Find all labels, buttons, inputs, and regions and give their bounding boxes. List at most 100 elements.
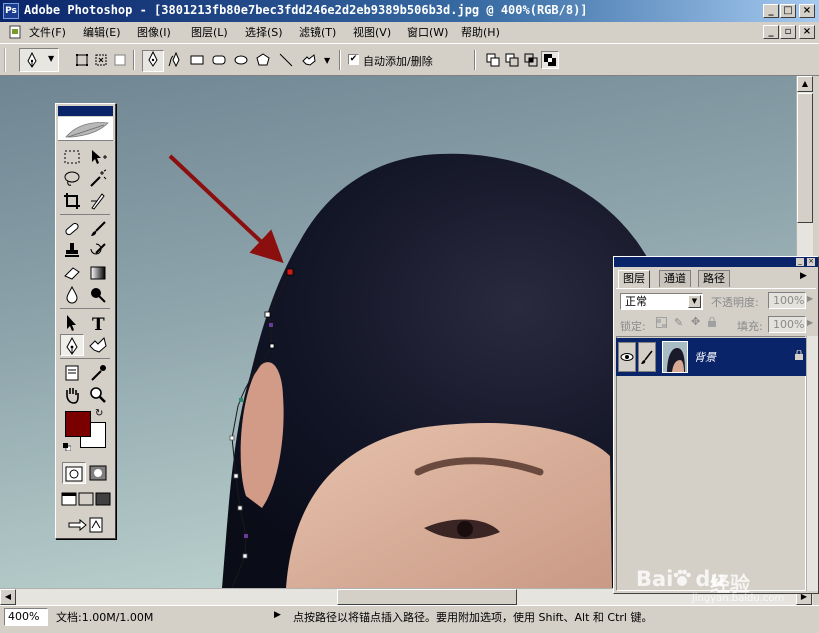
- vertical-scroll-thumb[interactable]: [797, 93, 813, 223]
- blur-tool[interactable]: [60, 284, 84, 306]
- menu-file[interactable]: 文件(F): [29, 24, 66, 40]
- layers-scrollbar[interactable]: [806, 336, 818, 591]
- menu-help[interactable]: 帮助(H): [461, 24, 500, 40]
- gradient-tool[interactable]: [86, 262, 110, 284]
- doc-close-button[interactable]: ×: [799, 25, 815, 39]
- line-option[interactable]: [277, 51, 295, 69]
- tool-preset-picker[interactable]: ▼: [19, 48, 59, 72]
- zoom-level-field[interactable]: 400%: [4, 608, 48, 626]
- anchor-point[interactable]: [239, 398, 243, 402]
- zoom-tool[interactable]: [86, 384, 110, 406]
- history-brush-tool[interactable]: [86, 240, 110, 262]
- maximize-button[interactable]: □: [780, 4, 796, 18]
- layer-visibility-toggle[interactable]: [618, 342, 636, 372]
- foreground-color-swatch[interactable]: [65, 411, 91, 437]
- toolbox-title-bar[interactable]: [58, 106, 113, 116]
- menu-select[interactable]: 选择(S): [245, 24, 283, 40]
- exclude-overlapping-areas-button[interactable]: [541, 51, 559, 69]
- menu-layer[interactable]: 图层(L): [191, 24, 228, 40]
- document-icon[interactable]: [8, 25, 22, 39]
- scroll-left-button[interactable]: ◀: [0, 589, 16, 605]
- palette-minimize-button[interactable]: _: [796, 258, 804, 266]
- menu-image[interactable]: 图像(I): [137, 24, 171, 40]
- lock-all-icon[interactable]: [707, 316, 717, 327]
- rounded-rectangle-option[interactable]: [210, 51, 228, 69]
- lock-position-icon[interactable]: ✥: [691, 315, 700, 328]
- notes-tool[interactable]: [60, 362, 84, 384]
- pen-tool[interactable]: [60, 334, 84, 356]
- rectangle-option[interactable]: [188, 51, 206, 69]
- custom-shape-tool[interactable]: [86, 334, 110, 356]
- anchor-point[interactable]: [269, 323, 273, 327]
- dodge-tool[interactable]: [86, 284, 110, 306]
- quick-mask-button[interactable]: [86, 462, 110, 484]
- subtract-shape-area-button[interactable]: [503, 51, 521, 69]
- default-colors-icon[interactable]: [63, 441, 72, 452]
- shape-layers-button[interactable]: [73, 51, 91, 69]
- menu-edit[interactable]: 编辑(E): [83, 24, 121, 40]
- polygon-option[interactable]: [254, 51, 272, 69]
- anchor-point[interactable]: [242, 553, 248, 559]
- anchor-point[interactable]: [269, 343, 275, 349]
- anchor-point[interactable]: [233, 473, 239, 479]
- move-tool[interactable]: [86, 146, 110, 168]
- brush-tool[interactable]: [86, 218, 110, 240]
- auto-add-delete-checkbox[interactable]: ✔: [348, 54, 359, 65]
- tab-layers[interactable]: 图层: [618, 270, 650, 288]
- fill-slider-arrow-icon[interactable]: ▶: [807, 318, 813, 327]
- doc-minimize-button[interactable]: _: [763, 25, 779, 39]
- healing-brush-tool[interactable]: [60, 218, 84, 240]
- crop-tool[interactable]: [60, 190, 84, 212]
- minimize-button[interactable]: _: [763, 4, 779, 18]
- standard-mode-button[interactable]: [62, 462, 86, 484]
- path-selection-tool[interactable]: [60, 312, 84, 334]
- doc-restore-button[interactable]: ▫: [780, 25, 796, 39]
- palette-menu-arrow-icon[interactable]: ▶: [800, 271, 807, 281]
- photoshop-app-icon[interactable]: Ps: [3, 3, 19, 19]
- lasso-tool[interactable]: [60, 168, 84, 190]
- anchor-point[interactable]: [264, 311, 271, 318]
- intersect-shape-areas-button[interactable]: [522, 51, 540, 69]
- clone-stamp-tool[interactable]: [60, 240, 84, 262]
- anchor-point-active[interactable]: [286, 268, 294, 276]
- tab-paths[interactable]: 路径: [698, 270, 730, 287]
- palette-close-button[interactable]: ×: [807, 258, 815, 266]
- layer-thumbnail[interactable]: [662, 341, 688, 373]
- fill-pixels-button[interactable]: [111, 51, 129, 69]
- freeform-pen-option[interactable]: [166, 51, 184, 69]
- type-tool[interactable]: T: [86, 312, 110, 334]
- scroll-up-button[interactable]: ▲: [797, 76, 813, 92]
- blend-mode-select[interactable]: 正常 ▼: [620, 293, 703, 310]
- marquee-tool[interactable]: [60, 146, 84, 168]
- options-grip[interactable]: [4, 48, 12, 72]
- close-button[interactable]: ×: [799, 4, 815, 18]
- opacity-slider-arrow-icon[interactable]: ▶: [807, 294, 813, 303]
- tab-channels[interactable]: 通道: [659, 270, 691, 287]
- menu-filter[interactable]: 滤镜(T): [299, 24, 336, 40]
- pen-tool-option[interactable]: [142, 50, 164, 72]
- anchor-point[interactable]: [229, 435, 235, 441]
- eraser-tool[interactable]: [60, 262, 84, 284]
- layer-name[interactable]: 背景: [694, 349, 716, 365]
- lock-transparency-icon[interactable]: [656, 317, 667, 328]
- chevron-down-icon[interactable]: ▼: [324, 56, 330, 65]
- fill-field[interactable]: 100%: [768, 316, 806, 333]
- photoshop-feather-logo[interactable]: [58, 117, 113, 141]
- status-menu-arrow-icon[interactable]: ▶: [274, 610, 281, 620]
- custom-shape-option[interactable]: [300, 51, 318, 69]
- chevron-down-icon[interactable]: ▼: [688, 295, 701, 308]
- hand-tool[interactable]: [60, 384, 84, 406]
- full-screen-menu-mode-button[interactable]: [76, 488, 94, 510]
- jump-to-imageready-button[interactable]: [64, 514, 108, 536]
- paths-button[interactable]: [92, 51, 110, 69]
- anchor-point[interactable]: [244, 534, 248, 538]
- opacity-field[interactable]: 100%: [768, 292, 806, 309]
- layers-palette-title-bar[interactable]: _ ×: [614, 257, 818, 267]
- lock-pixels-icon[interactable]: ✎: [674, 316, 683, 329]
- full-screen-mode-button[interactable]: [93, 488, 111, 510]
- anchor-point[interactable]: [237, 505, 243, 511]
- swap-colors-icon[interactable]: ↻: [95, 408, 103, 419]
- menu-view[interactable]: 视图(V): [353, 24, 391, 40]
- layer-row-background[interactable]: 背景: [616, 338, 806, 376]
- slice-tool[interactable]: [86, 190, 110, 212]
